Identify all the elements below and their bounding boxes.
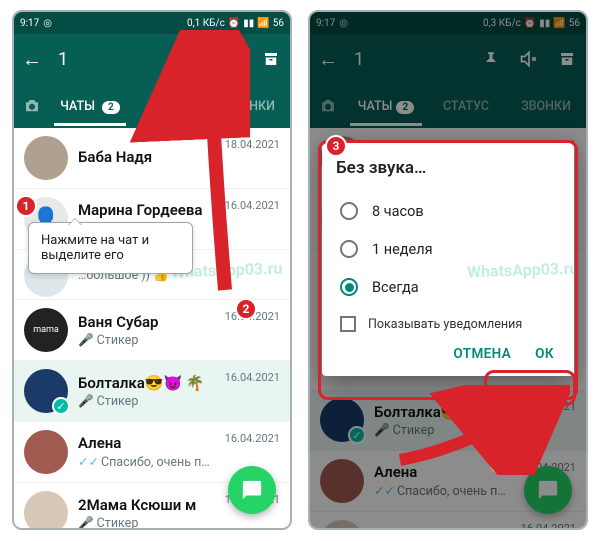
red-arrow-1 bbox=[120, 30, 250, 320]
new-chat-fab[interactable] bbox=[228, 466, 276, 514]
selection-count: 1 bbox=[58, 49, 68, 70]
annotation-marker-1: 1 bbox=[15, 195, 37, 217]
mute-dialog: Без звука… 8 часов 1 неделя Всегда Показ… bbox=[322, 142, 574, 376]
avatar[interactable] bbox=[24, 430, 68, 474]
signal-icon: ▮▮ bbox=[243, 18, 254, 29]
status-net: 0,1 КБ/с bbox=[187, 18, 225, 29]
mute-option-8h[interactable]: 8 часов bbox=[336, 192, 560, 230]
chat-row-selected[interactable]: ✓ Болталка😎😈 🌴 🎤 Стикер 16.04.2021 bbox=[14, 361, 290, 422]
chat-name: 2Мама Ксюши м bbox=[78, 496, 215, 514]
red-arrow-2 bbox=[390, 385, 570, 475]
show-notifications-checkbox[interactable]: Показывать уведомления bbox=[336, 306, 560, 336]
chat-msg: 🎤 Стикер bbox=[78, 394, 215, 409]
battery-icon: 56 bbox=[273, 18, 284, 29]
selected-check-icon: ✓ bbox=[52, 397, 70, 415]
mute-option-1w[interactable]: 1 неделя bbox=[336, 230, 560, 268]
radio-icon bbox=[340, 240, 358, 258]
chat-date: 16.04.2021 bbox=[225, 432, 280, 445]
archive-icon[interactable] bbox=[260, 50, 282, 68]
wifi-icon: 📶 bbox=[257, 18, 269, 29]
checkbox-icon bbox=[340, 316, 356, 332]
annotation-marker-3: 3 bbox=[325, 135, 347, 157]
chat-msg: 🎤 Стикер bbox=[78, 516, 215, 529]
radio-icon-selected bbox=[340, 278, 358, 296]
chat-date: 16.04.2021 bbox=[225, 371, 280, 384]
avatar[interactable] bbox=[24, 491, 68, 528]
chat-name: Болталка😎😈 🌴 bbox=[78, 374, 215, 392]
camera-tab-icon[interactable] bbox=[14, 97, 50, 115]
tab-chats-label: ЧАТЫ bbox=[60, 99, 95, 114]
chat-msg: ✓✓Спасибо, очень приятно )) bbox=[78, 454, 215, 470]
mute-option-always[interactable]: Всегда bbox=[336, 268, 560, 306]
tab-chats[interactable]: ЧАТЫ 2 bbox=[50, 87, 130, 126]
alarm-icon: ⏰ bbox=[228, 18, 240, 29]
ok-button[interactable]: ОК bbox=[535, 346, 554, 362]
ticks-icon: ✓✓ bbox=[78, 455, 99, 470]
avatar[interactable]: mama bbox=[24, 308, 68, 352]
back-button[interactable]: ← bbox=[22, 47, 42, 72]
tooltip-text: Нажмите на чат и выделите его bbox=[41, 233, 149, 263]
avatar[interactable] bbox=[24, 136, 68, 180]
chats-badge: 2 bbox=[102, 101, 120, 114]
status-time: 9:17 bbox=[20, 18, 39, 29]
chat-name: Алена bbox=[78, 434, 215, 452]
status-icon-circle: ◎ bbox=[43, 18, 52, 29]
chat-msg: 🎤 Стикер bbox=[78, 333, 215, 348]
cancel-button[interactable]: ОТМЕНА bbox=[453, 346, 511, 362]
dialog-title: Без звука… bbox=[336, 158, 560, 178]
radio-icon bbox=[340, 202, 358, 220]
tooltip-callout: Нажмите на чат и выделите его bbox=[28, 222, 193, 274]
avatar[interactable]: ✓ bbox=[24, 369, 68, 413]
